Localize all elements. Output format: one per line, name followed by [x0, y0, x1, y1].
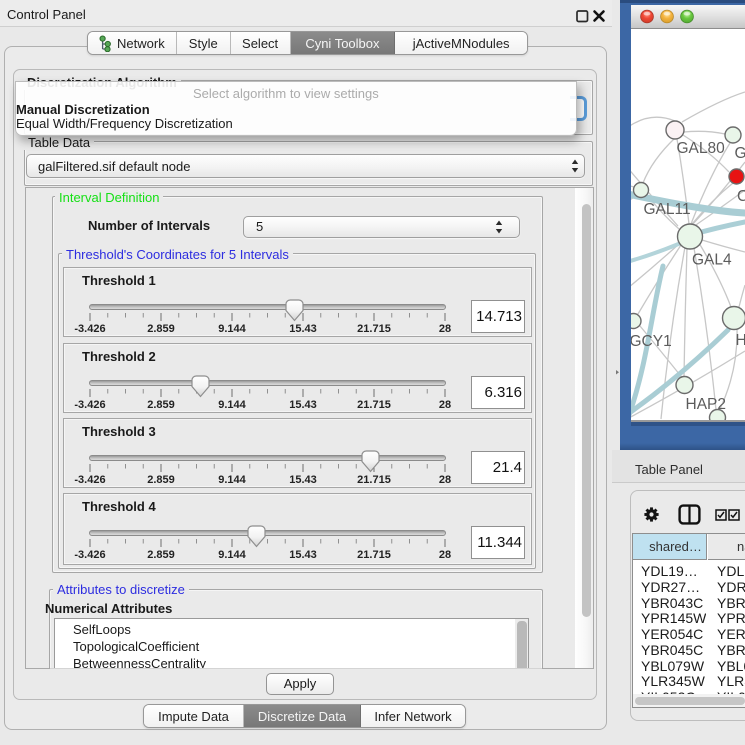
svg-text:GAL80: GAL80	[677, 140, 726, 157]
svg-text:GCY1: GCY1	[631, 333, 672, 350]
svg-text:HAP2: HAP2	[686, 396, 727, 413]
svg-text:GA: GA	[735, 145, 745, 162]
svg-text:H: H	[736, 332, 745, 349]
svg-text:C: C	[737, 188, 745, 205]
svg-text:GAL4: GAL4	[692, 252, 732, 269]
svg-text:GAL11: GAL11	[644, 201, 691, 218]
